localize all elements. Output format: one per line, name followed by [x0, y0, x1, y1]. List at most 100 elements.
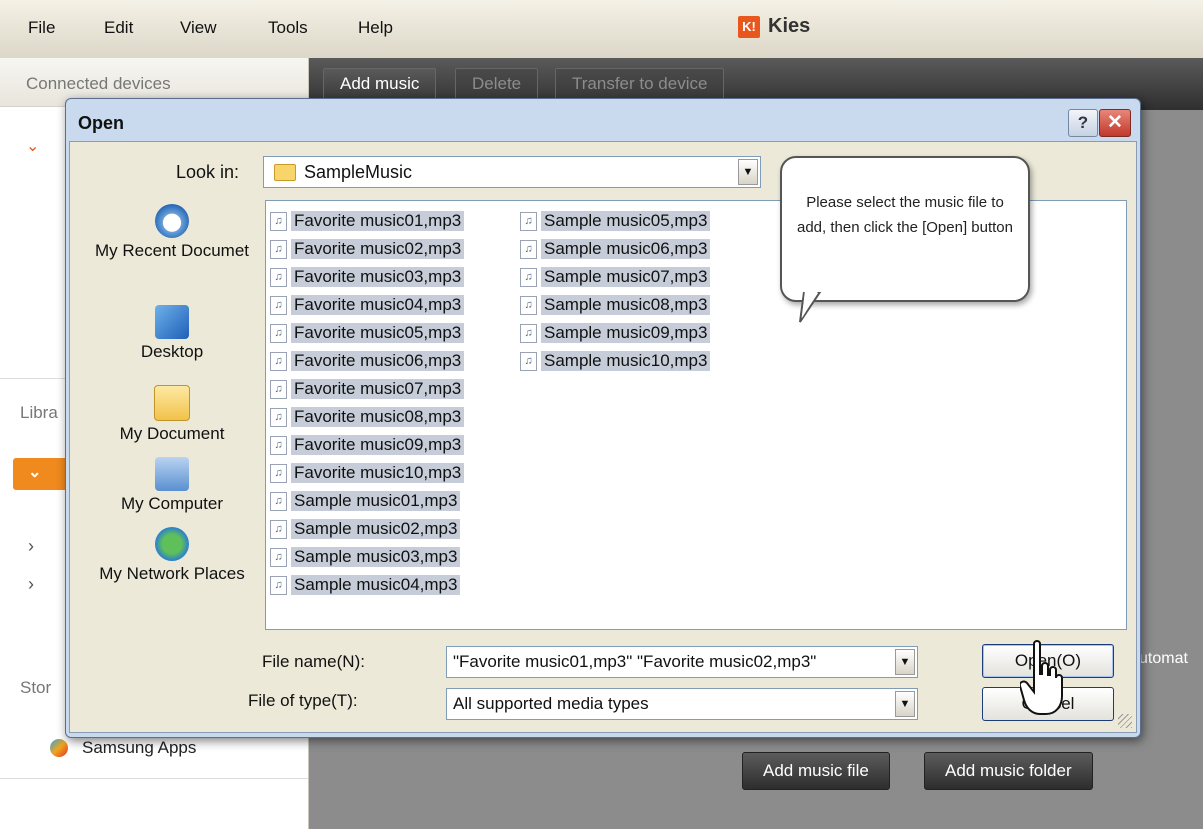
- file-item[interactable]: ♫ Sample music03,mp3: [270, 543, 464, 571]
- music-file-icon: ♫: [270, 435, 287, 455]
- file-name: Favorite music02,mp3: [291, 239, 465, 259]
- file-name: Sample music02,mp3: [291, 519, 461, 539]
- place-label: Desktop: [140, 342, 204, 361]
- menu-bar: File Edit View Tools Help K! Kies: [0, 0, 1203, 59]
- file-name: Sample music06,mp3: [541, 239, 711, 259]
- close-button[interactable]: ✕: [1099, 109, 1131, 137]
- file-item[interactable]: ♫ Favorite music07,mp3: [270, 375, 465, 403]
- library-chevron-down-icon: ⌄: [28, 464, 42, 481]
- music-file-icon: ♫: [520, 211, 537, 231]
- music-file-icon: ♫: [270, 407, 287, 427]
- dropdown-arrow-icon[interactable]: ▼: [895, 649, 915, 675]
- file-item[interactable]: ♫ Sample music06,mp3: [520, 235, 711, 263]
- place-desktop[interactable]: Desktop: [92, 305, 252, 363]
- device-chevron-down-icon[interactable]: ⌄: [26, 136, 39, 156]
- menu-tools[interactable]: Tools: [268, 18, 308, 38]
- music-file-icon: ♫: [520, 323, 537, 343]
- music-file-icon: ♫: [270, 323, 287, 343]
- file-item[interactable]: ♫ Sample music08,mp3: [520, 291, 711, 319]
- music-file-icon: ♫: [270, 379, 287, 399]
- file-name: Sample music05,mp3: [541, 211, 711, 231]
- file-name: Sample music07,mp3: [541, 267, 711, 287]
- desktop-icon: [155, 305, 189, 339]
- music-file-icon: ♫: [270, 351, 287, 371]
- file-item[interactable]: ♫ Sample music04,mp3: [270, 571, 464, 599]
- file-name: Favorite music05,mp3: [291, 323, 465, 343]
- add-music-file-button[interactable]: Add music file: [742, 752, 890, 790]
- menu-view[interactable]: View: [180, 18, 217, 38]
- file-name-label: File name(N):: [262, 652, 365, 671]
- file-name: Sample music04,mp3: [291, 575, 461, 595]
- connected-devices-label: Connected devices: [26, 74, 171, 93]
- file-item[interactable]: ♫ Sample music02,mp3: [270, 515, 464, 543]
- file-type-value: All supported media types: [453, 694, 649, 713]
- computer-icon: [155, 457, 189, 491]
- dropdown-arrow-icon[interactable]: ▼: [738, 159, 758, 185]
- app-title: K! Kies: [738, 15, 810, 38]
- file-item[interactable]: ♫ Favorite music01,mp3: [270, 207, 465, 235]
- place-my-computer[interactable]: My Computer: [92, 457, 252, 515]
- look-in-label: Look in:: [176, 162, 240, 182]
- chevron-right-icon[interactable]: ›: [28, 536, 34, 557]
- file-name: Sample music01,mp3: [291, 491, 461, 511]
- chevron-right-icon[interactable]: ›: [28, 574, 34, 595]
- file-name: Favorite music04,mp3: [291, 295, 465, 315]
- add-music-folder-button[interactable]: Add music folder: [924, 752, 1093, 790]
- place-label: My Document: [119, 424, 225, 443]
- file-column: ♫ Sample music05,mp3 ♫ Sample music06,mp3 ♫ S…: [520, 207, 711, 375]
- file-item[interactable]: ♫ Favorite music06,mp3: [270, 347, 465, 375]
- samsung-apps-label: Samsung Apps: [82, 738, 197, 757]
- music-file-icon: ♫: [270, 211, 287, 231]
- app-title-text: Kies: [768, 15, 811, 37]
- transfer-to-device-button[interactable]: Transfer to device: [555, 68, 725, 100]
- file-item[interactable]: ♫ Favorite music04,mp3: [270, 291, 465, 319]
- place-my-recent-documents[interactable]: My Recent Documet: [92, 204, 252, 262]
- music-file-icon: ♫: [520, 239, 537, 259]
- file-name-value: "Favorite music01,mp3" "Favorite music02…: [453, 652, 817, 671]
- file-type-select[interactable]: All supported media types ▼: [446, 688, 918, 720]
- file-name: Sample music08,mp3: [541, 295, 711, 315]
- hand-cursor-icon: [1020, 640, 1063, 715]
- file-item[interactable]: ♫ Favorite music10,mp3: [270, 459, 465, 487]
- file-name: Favorite music08,mp3: [291, 407, 465, 427]
- menu-file[interactable]: File: [28, 18, 55, 38]
- file-item[interactable]: ♫ Sample music07,mp3: [520, 263, 711, 291]
- file-name: Favorite music10,mp3: [291, 463, 465, 483]
- dropdown-arrow-icon[interactable]: ▼: [895, 691, 915, 717]
- dialog-title: Open: [78, 113, 125, 133]
- place-label: My Network Places: [99, 564, 245, 583]
- delete-button[interactable]: Delete: [455, 68, 539, 100]
- help-button[interactable]: ?: [1068, 109, 1098, 137]
- callout-tail: [799, 292, 822, 323]
- file-type-label: File of type(T):: [248, 691, 358, 710]
- documents-folder-icon: [154, 385, 190, 421]
- file-item[interactable]: ♫ Sample music10,mp3: [520, 347, 711, 375]
- instruction-callout: Please select the music file to add, the…: [780, 156, 1030, 302]
- music-file-icon: ♫: [270, 239, 287, 259]
- place-label: My Computer: [120, 494, 224, 513]
- file-name: Sample music10,mp3: [541, 351, 711, 371]
- file-item[interactable]: ♫ Favorite music08,mp3: [270, 403, 465, 431]
- file-item[interactable]: ♫ Favorite music05,mp3: [270, 319, 465, 347]
- library-selected-item[interactable]: [13, 458, 73, 490]
- add-music-button[interactable]: Add music: [323, 68, 437, 100]
- menu-help[interactable]: Help: [358, 18, 393, 38]
- file-item[interactable]: ♫ Sample music05,mp3: [520, 207, 711, 235]
- place-my-network-places[interactable]: My Network Places: [92, 527, 252, 585]
- network-places-icon: [155, 527, 189, 561]
- menu-edit[interactable]: Edit: [104, 18, 133, 38]
- look-in-select[interactable]: SampleMusic ▼: [263, 156, 761, 188]
- file-item[interactable]: ♫ Sample music01,mp3: [270, 487, 464, 515]
- folder-icon: [274, 164, 296, 181]
- place-my-documents[interactable]: My Document: [92, 385, 252, 445]
- file-name: Sample music09,mp3: [541, 323, 711, 343]
- file-item[interactable]: ♫ Favorite music02,mp3: [270, 235, 465, 263]
- automatic-label: utomat: [1139, 650, 1188, 667]
- file-item[interactable]: ♫ Favorite music09,mp3: [270, 431, 465, 459]
- file-name: Favorite music01,mp3: [291, 211, 465, 231]
- file-item[interactable]: ♫ Favorite music03,mp3: [270, 263, 465, 291]
- file-name-input[interactable]: "Favorite music01,mp3" "Favorite music02…: [446, 646, 918, 678]
- sidebar-item-samsung-apps[interactable]: Samsung Apps: [50, 738, 196, 758]
- resize-grip[interactable]: [1118, 714, 1132, 728]
- file-item[interactable]: ♫ Sample music09,mp3: [520, 319, 711, 347]
